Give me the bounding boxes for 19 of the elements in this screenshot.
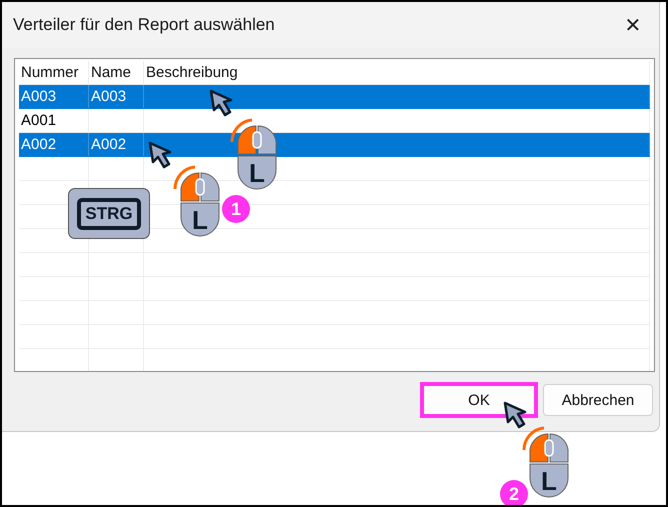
table-cell: A003 xyxy=(19,85,89,108)
window-title: Verteiler für den Report auswählen xyxy=(13,15,275,35)
column-header[interactable]: Name xyxy=(89,61,144,84)
table-row[interactable]: A002 A002 xyxy=(19,133,650,157)
cancel-button[interactable]: Abbrechen xyxy=(543,384,653,416)
ok-button[interactable]: OK xyxy=(420,382,538,418)
table-row[interactable]: A003 A003 xyxy=(19,85,650,109)
table-cell: A002 xyxy=(89,133,144,156)
mouse-button-label: L xyxy=(249,160,265,186)
table-cell: A001 xyxy=(19,109,89,132)
mouse-button-label: L xyxy=(541,468,557,494)
close-button[interactable]: ✕ xyxy=(615,12,651,38)
mouse-button-label: L xyxy=(192,207,208,233)
column-header[interactable]: Beschreibung xyxy=(144,61,650,84)
column-header[interactable]: Nummer xyxy=(19,61,89,84)
table-cell: A003 xyxy=(89,85,144,108)
step-number: 2 xyxy=(500,480,528,505)
key-label: STRG xyxy=(77,198,141,230)
table-cell: A002 xyxy=(19,133,89,156)
